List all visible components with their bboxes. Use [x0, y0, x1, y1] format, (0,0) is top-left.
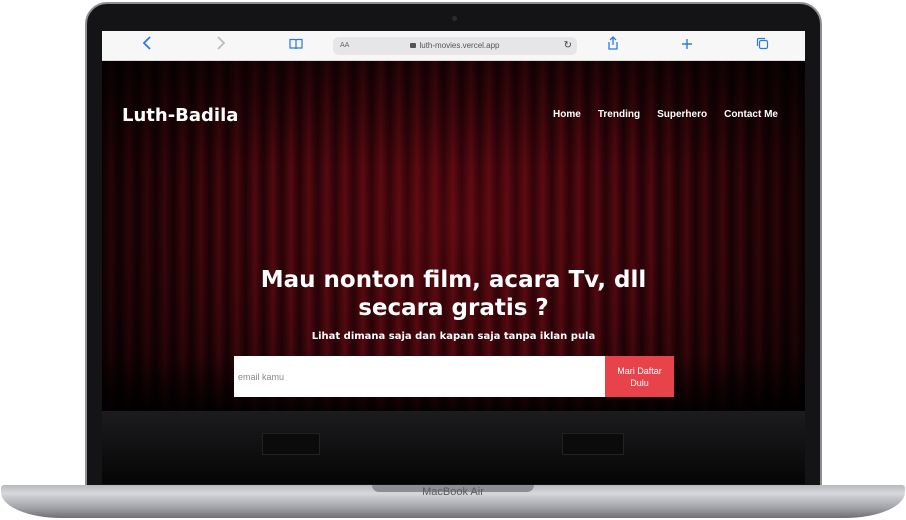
screen: AA luth-movies.vercel.app ↻ Luth-Badila … — [102, 31, 805, 484]
nav-item-trending[interactable]: Trending — [598, 109, 640, 120]
share-icon[interactable] — [605, 36, 621, 56]
stage-floor — [102, 411, 805, 484]
nav-item-contact[interactable]: Contact Me — [724, 109, 778, 120]
hero-headline: Mau nonton film, acara Tv, dll secara gr… — [102, 266, 805, 322]
reload-icon[interactable]: ↻ — [564, 37, 572, 55]
nav-item-superhero[interactable]: Superhero — [657, 109, 707, 120]
hero-subheadline: Lihat dimana saja dan kapan saja tanpa i… — [311, 331, 596, 342]
email-input[interactable] — [234, 356, 605, 397]
signup-button-label: Mari Daftar — [617, 365, 662, 376]
site-brand[interactable]: Luth-Badila — [122, 105, 238, 126]
lock-icon — [410, 43, 417, 48]
book-icon[interactable] — [288, 36, 304, 56]
stage-prop — [562, 433, 624, 455]
browser-toolbar: AA luth-movies.vercel.app ↻ — [102, 31, 805, 61]
camera-icon — [452, 16, 457, 21]
tabs-icon[interactable] — [754, 36, 770, 56]
headline-line: secara gratis ? — [358, 295, 549, 321]
forward-icon[interactable] — [214, 36, 228, 56]
back-icon[interactable] — [140, 36, 154, 56]
signup-form: Mari Daftar Dulu — [234, 356, 674, 397]
signup-button-label: Dulu — [630, 377, 649, 388]
plus-icon[interactable] — [680, 36, 694, 56]
address-bar[interactable]: AA luth-movies.vercel.app ↻ — [333, 37, 577, 55]
url-text: luth-movies.vercel.app — [419, 41, 500, 50]
hero-section: Luth-Badila Home Trending Superhero Cont… — [102, 61, 805, 484]
device-label: MacBook Air — [422, 486, 484, 498]
stage-prop — [262, 433, 320, 455]
signup-button[interactable]: Mari Daftar Dulu — [605, 356, 674, 397]
nav-item-home[interactable]: Home — [553, 109, 581, 120]
site-nav: Home Trending Superhero Contact Me — [553, 109, 778, 120]
headline-line: Mau nonton film, acara Tv, dll — [260, 267, 647, 293]
